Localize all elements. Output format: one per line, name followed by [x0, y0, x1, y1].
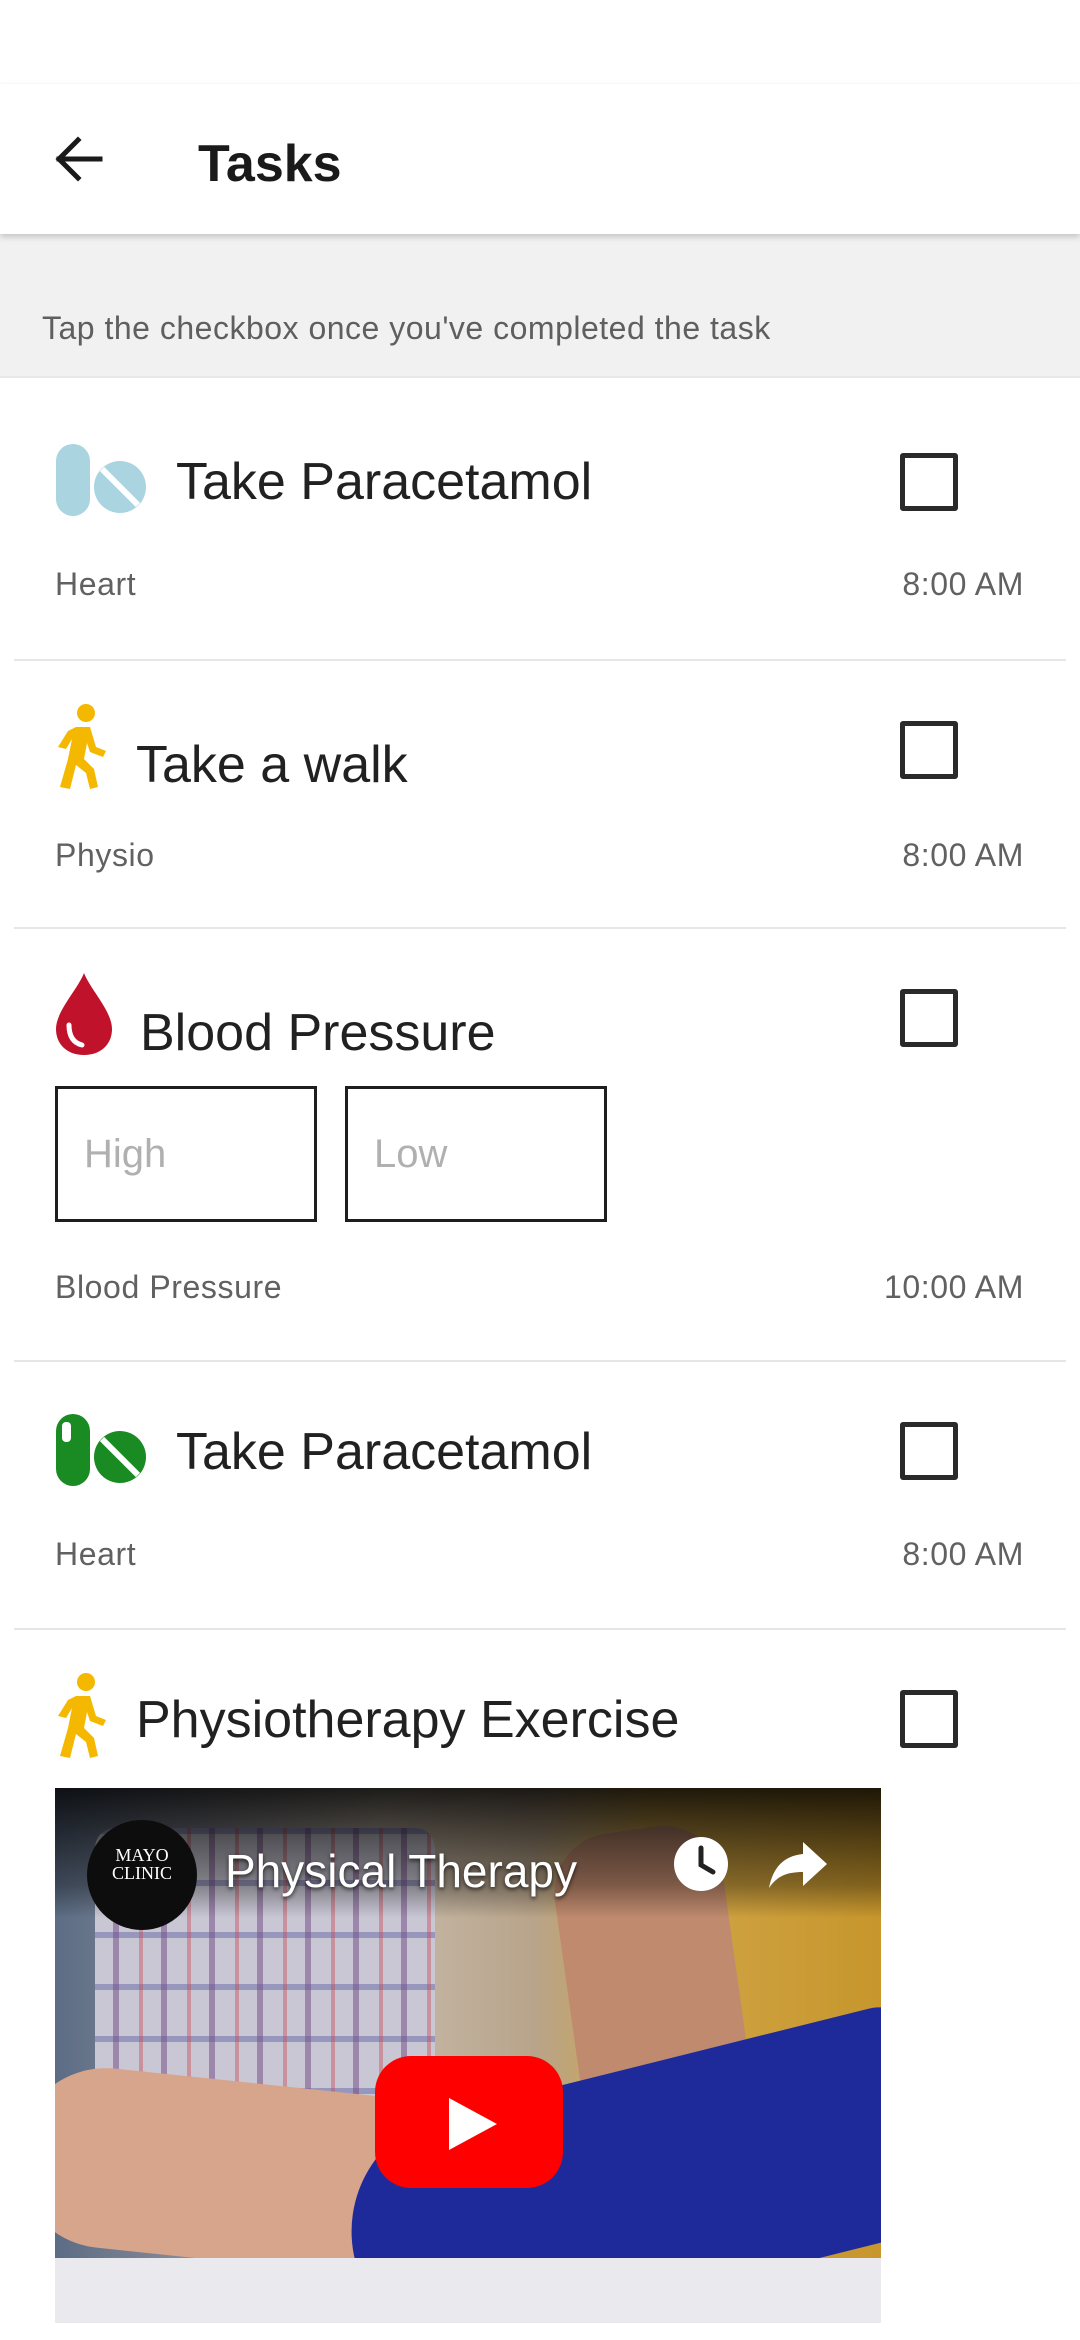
share-icon[interactable]	[767, 1834, 831, 1894]
pill-icon	[56, 1414, 146, 1486]
hint-banner: Tap the checkbox once you've completed t…	[0, 234, 1080, 378]
status-bar	[0, 0, 1080, 84]
systolic-high-input[interactable]	[55, 1086, 317, 1222]
video-player[interactable]: MAYO CLINIC Physical Therapy	[55, 1788, 881, 2323]
task-category: Physio	[55, 837, 155, 873]
task-item: Take Paracetamol Heart 8:00 AM	[14, 1362, 1066, 1630]
task-title: Physiotherapy Exercise	[136, 1691, 680, 1749]
task-title: Blood Pressure	[140, 1004, 496, 1062]
task-time: 8:00 AM	[902, 566, 1024, 602]
task-title: Take a walk	[136, 736, 408, 794]
task-category: Blood Pressure	[55, 1269, 283, 1305]
task-item: Take a walk Physio 8:00 AM	[14, 661, 1066, 929]
pill-icon	[56, 444, 146, 516]
arrow-back-icon	[55, 136, 103, 182]
task-time: 8:00 AM	[902, 837, 1024, 873]
play-button[interactable]	[375, 2056, 563, 2188]
task-category: Heart	[55, 1536, 137, 1572]
task-checkbox[interactable]	[900, 1422, 958, 1480]
task-checkbox[interactable]	[900, 721, 958, 779]
watch-later-icon[interactable]	[671, 1834, 731, 1894]
task-checkbox[interactable]	[900, 453, 958, 511]
channel-logo[interactable]: MAYO CLINIC	[87, 1820, 197, 1930]
app-bar: Tasks	[0, 84, 1080, 234]
task-time: 10:00 AM	[883, 1269, 1024, 1305]
blood-drop-icon	[56, 973, 112, 1055]
task-item: Blood Pressure Blood Pressure 10:00 AM	[14, 929, 1066, 1362]
task-time: 8:00 AM	[902, 1536, 1024, 1572]
task-title: Take Paracetamol	[176, 1423, 593, 1481]
hint-text: Tap the checkbox once you've completed t…	[42, 310, 771, 346]
task-checkbox[interactable]	[900, 989, 958, 1047]
diastolic-low-input[interactable]	[345, 1086, 607, 1222]
page-title: Tasks	[198, 135, 342, 193]
task-category: Heart	[55, 566, 137, 602]
task-item: Take Paracetamol Heart 8:00 AM	[14, 378, 1066, 661]
video-title[interactable]: Physical Therapy	[225, 1844, 577, 1898]
task-checkbox[interactable]	[900, 1690, 958, 1748]
walking-person-icon	[58, 704, 106, 789]
task-title: Take Paracetamol	[176, 453, 593, 511]
back-button[interactable]	[40, 120, 118, 198]
walking-person-icon	[58, 1673, 106, 1758]
